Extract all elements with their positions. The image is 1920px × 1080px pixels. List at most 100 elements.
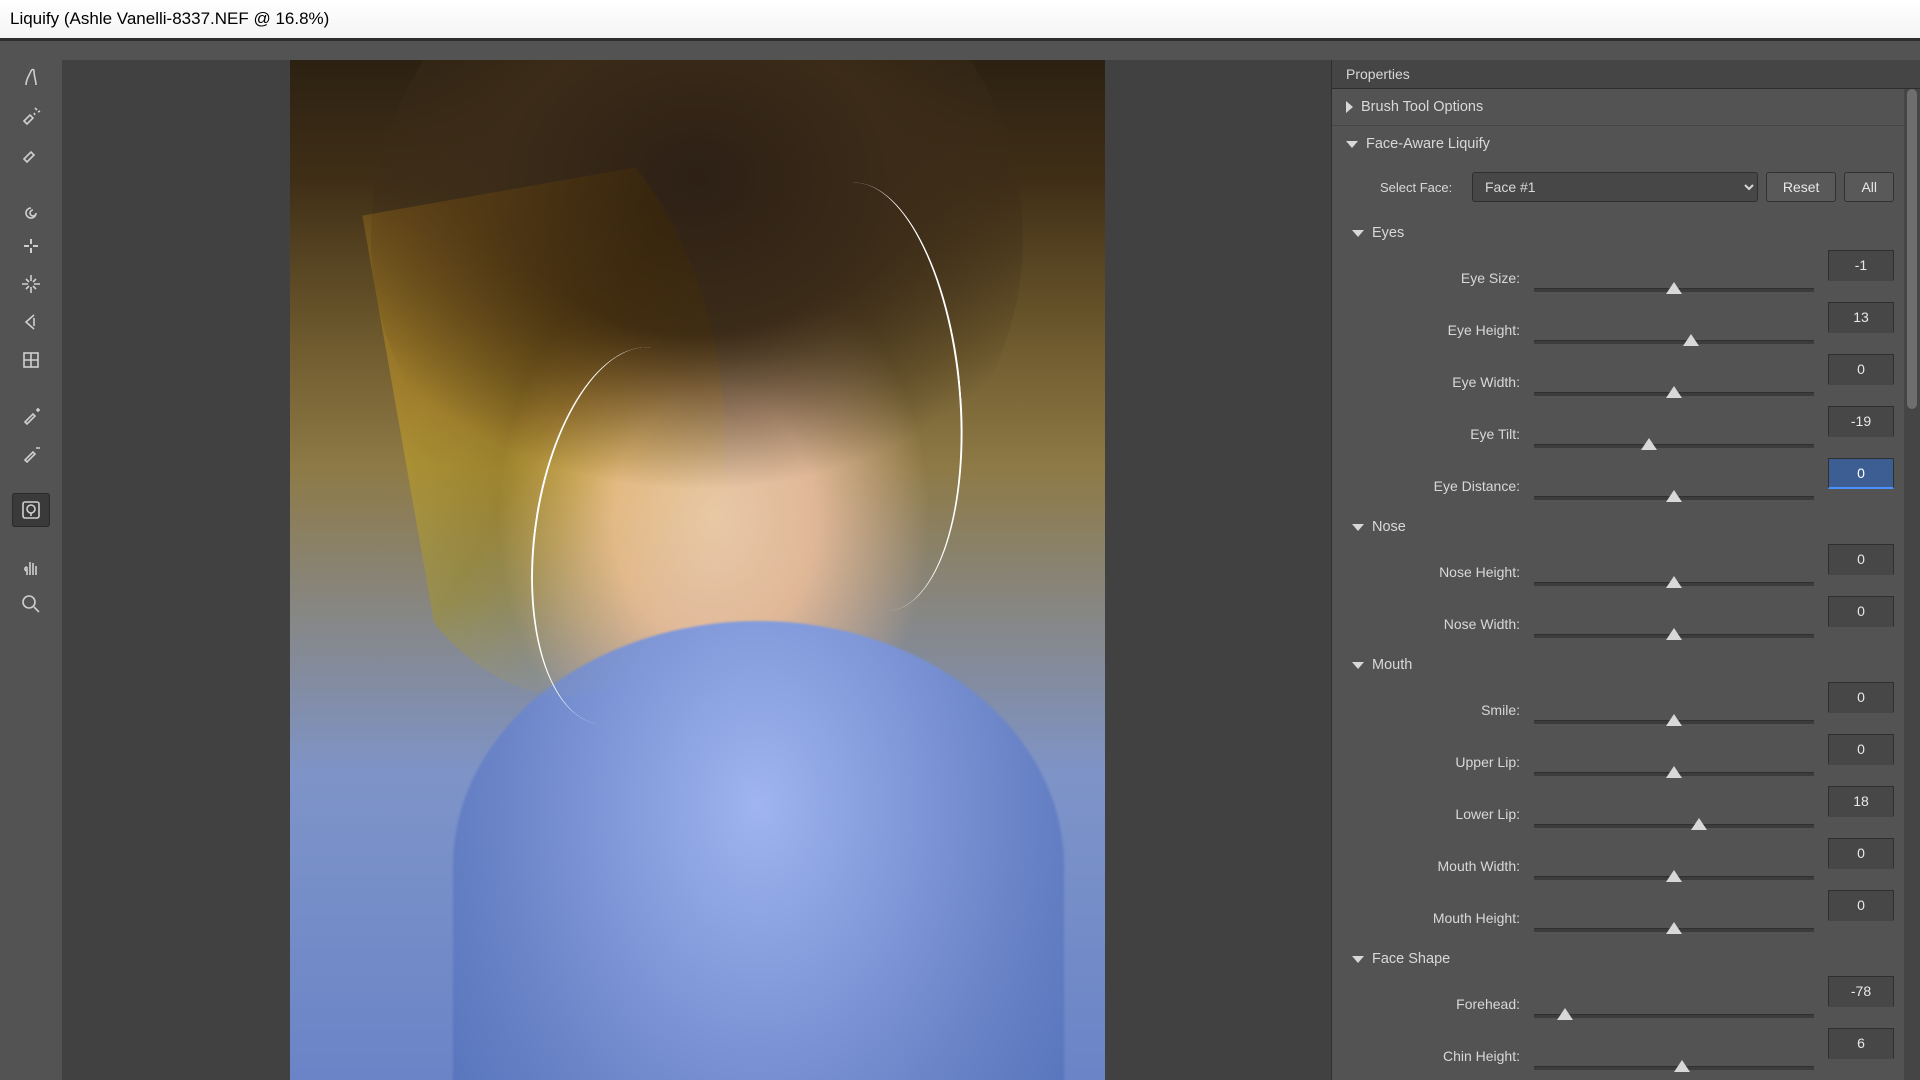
face-aware-header[interactable]: Face-Aware Liquify <box>1332 126 1904 162</box>
slider-track[interactable] <box>1534 1048 1814 1080</box>
slider-handle[interactable] <box>1666 714 1682 726</box>
slider-value-input[interactable] <box>1828 458 1894 489</box>
magnifier-icon <box>20 593 42 615</box>
toolbar-divider <box>12 475 50 489</box>
slider-track[interactable] <box>1534 616 1814 648</box>
slider-value-input[interactable] <box>1828 1028 1894 1059</box>
slider-label: Nose Height: <box>1380 564 1520 596</box>
slider-label: Eye Width: <box>1380 374 1520 406</box>
eyes-slider-row: Eye Distance: <box>1380 458 1894 510</box>
slider-value-input[interactable] <box>1828 302 1894 333</box>
checker-icon <box>20 349 42 371</box>
slider-track[interactable] <box>1534 754 1814 786</box>
slider-handle[interactable] <box>1557 1008 1573 1020</box>
section-label: Brush Tool Options <box>1361 99 1483 115</box>
slider-value-input[interactable] <box>1828 976 1894 1007</box>
slider-value-input[interactable] <box>1828 786 1894 817</box>
properties-panel: Properties Brush Tool Options Face-Aware… <box>1331 60 1920 1080</box>
all-button[interactable]: All <box>1844 172 1894 202</box>
slider-track[interactable] <box>1534 996 1814 1028</box>
slider-handle[interactable] <box>1666 490 1682 502</box>
image-canvas[interactable] <box>290 60 1105 1080</box>
bloat-tool[interactable] <box>12 267 50 301</box>
expand-triangle-icon <box>1352 956 1364 963</box>
slider-handle[interactable] <box>1666 922 1682 934</box>
select-face-dropdown[interactable]: Face #1 <box>1472 172 1758 202</box>
subsection-label: Mouth <box>1372 657 1412 673</box>
menubar-strip <box>0 38 1920 41</box>
slider-value-input[interactable] <box>1828 544 1894 575</box>
slider-value-input[interactable] <box>1828 250 1894 281</box>
slider-track[interactable] <box>1534 806 1814 838</box>
slider-value-input[interactable] <box>1828 406 1894 437</box>
mask-tool[interactable] <box>12 437 50 471</box>
face-icon <box>20 499 42 521</box>
slider-handle[interactable] <box>1666 282 1682 294</box>
slider-handle[interactable] <box>1674 1060 1690 1072</box>
slider-track[interactable] <box>1534 478 1814 510</box>
mouth-slider-row: Smile: <box>1380 682 1894 734</box>
brush-sparkle-icon <box>20 103 42 125</box>
slider-handle[interactable] <box>1666 628 1682 640</box>
panel-scrollbar[interactable] <box>1904 89 1920 1080</box>
finger-icon <box>20 65 42 87</box>
panel-title: Properties <box>1332 60 1920 89</box>
slider-label: Eye Tilt: <box>1380 426 1520 458</box>
reconstruct-tool[interactable] <box>12 97 50 131</box>
face-aware-section: Face-Aware Liquify Select Face: Face #1 … <box>1332 126 1904 1080</box>
nose-subheader[interactable]: Nose <box>1352 510 1894 544</box>
eyes-subheader[interactable]: Eyes <box>1352 216 1894 250</box>
nose-slider-row: Nose Height: <box>1380 544 1894 596</box>
mouth-slider-row: Lower Lip: <box>1380 786 1894 838</box>
slider-track[interactable] <box>1534 910 1814 942</box>
slider-handle[interactable] <box>1666 386 1682 398</box>
slider-handle[interactable] <box>1666 766 1682 778</box>
slider-label: Chin Height: <box>1380 1048 1520 1080</box>
forward-warp-tool[interactable] <box>12 59 50 93</box>
slider-value-input[interactable] <box>1828 890 1894 921</box>
slider-track[interactable] <box>1534 374 1814 406</box>
scrollbar-thumb[interactable] <box>1907 89 1917 409</box>
eyes-slider-row: Eye Height: <box>1380 302 1894 354</box>
face-tool[interactable] <box>12 493 50 527</box>
mouth-slider-row: Mouth Width: <box>1380 838 1894 890</box>
slider-track[interactable] <box>1534 858 1814 890</box>
slider-value-input[interactable] <box>1828 596 1894 627</box>
hand-tool[interactable] <box>12 549 50 583</box>
pucker-tool[interactable] <box>12 229 50 263</box>
thaw-mask-tool[interactable] <box>12 399 50 433</box>
brush-tool-options-header[interactable]: Brush Tool Options <box>1332 89 1904 125</box>
reset-button[interactable]: Reset <box>1766 172 1837 202</box>
toolbar-divider <box>12 173 50 187</box>
slider-label: Eye Size: <box>1380 270 1520 302</box>
brush-tool-options-section: Brush Tool Options <box>1332 89 1904 126</box>
slider-track[interactable] <box>1534 270 1814 302</box>
face_shape-subheader[interactable]: Face Shape <box>1352 942 1894 976</box>
slider-value-input[interactable] <box>1828 682 1894 713</box>
smooth-tool[interactable] <box>12 135 50 169</box>
slider-track[interactable] <box>1534 702 1814 734</box>
hand-icon <box>20 555 42 577</box>
slider-handle[interactable] <box>1641 438 1657 450</box>
window-title: Liquify (Ashle Vanelli-8337.NEF @ 16.8%) <box>10 9 329 28</box>
freeze-mask-tool[interactable] <box>12 343 50 377</box>
slider-track[interactable] <box>1534 564 1814 596</box>
slider-value-input[interactable] <box>1828 838 1894 869</box>
slider-label: Mouth Width: <box>1380 858 1520 890</box>
slider-value-input[interactable] <box>1828 734 1894 765</box>
mouth-subheader[interactable]: Mouth <box>1352 648 1894 682</box>
portrait-photo <box>290 60 1105 1080</box>
spiral-icon <box>20 197 42 219</box>
smooth-brush-icon <box>20 141 42 163</box>
slider-track[interactable] <box>1534 426 1814 458</box>
zoom-tool[interactable] <box>12 587 50 621</box>
slider-handle[interactable] <box>1666 576 1682 588</box>
slider-label: Upper Lip: <box>1380 754 1520 786</box>
slider-track[interactable] <box>1534 322 1814 354</box>
slider-handle[interactable] <box>1683 334 1699 346</box>
slider-handle[interactable] <box>1691 818 1707 830</box>
slider-value-input[interactable] <box>1828 354 1894 385</box>
push-left-tool[interactable] <box>12 305 50 339</box>
slider-handle[interactable] <box>1666 870 1682 882</box>
twirl-tool[interactable] <box>12 191 50 225</box>
